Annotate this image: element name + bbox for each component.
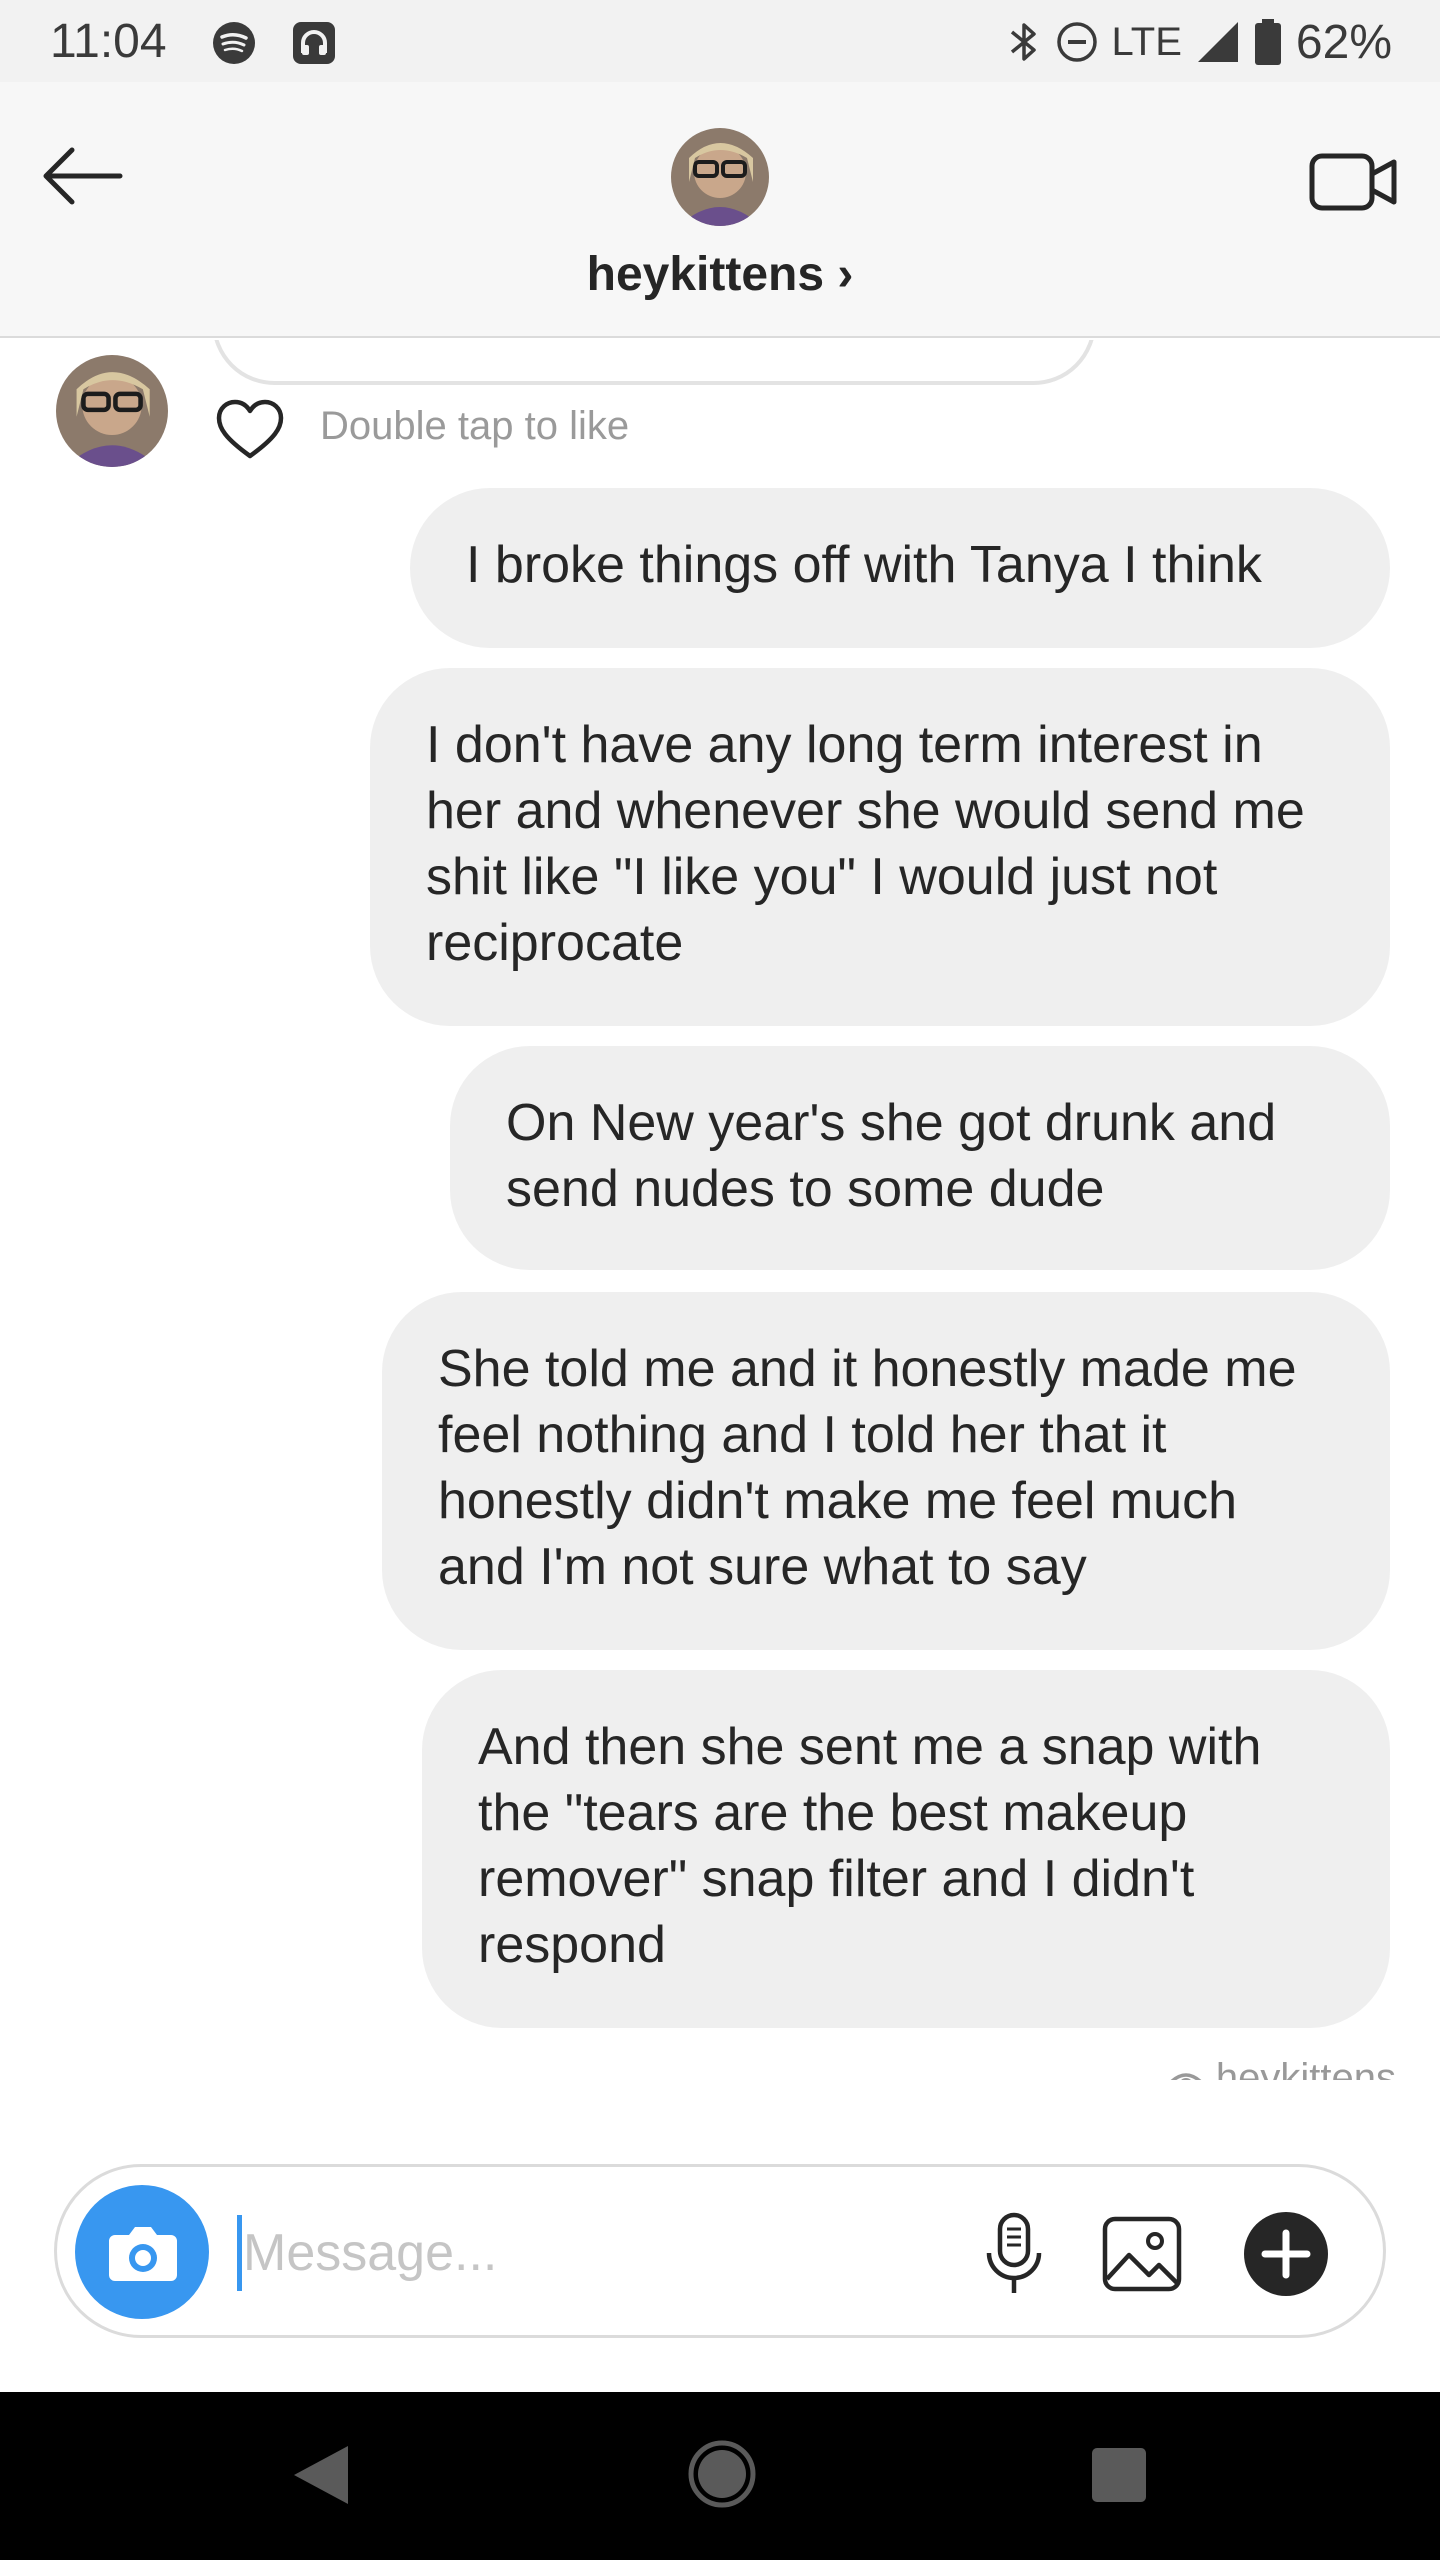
like-hint: Double tap to like bbox=[320, 404, 630, 448]
signal-icon bbox=[1197, 22, 1238, 62]
do-not-disturb-icon bbox=[1056, 22, 1097, 62]
message-bubble[interactable]: And then she sent me a snap with the "te… bbox=[422, 1670, 1390, 2028]
system-nav-bar bbox=[0, 2392, 1440, 2560]
avatar[interactable] bbox=[671, 128, 769, 226]
microphone-icon[interactable] bbox=[969, 2209, 1059, 2299]
headphones-icon bbox=[293, 22, 335, 64]
spotify-icon bbox=[213, 22, 255, 64]
message-bubble[interactable]: I don't have any long term interest in h… bbox=[370, 668, 1390, 1026]
message-thread[interactable]: Double tap to like I broke things off wi… bbox=[0, 340, 1440, 2080]
message-bubble[interactable]: I broke things off with Tanya I think bbox=[410, 488, 1390, 648]
status-indicators: LTE 62% bbox=[1006, 14, 1392, 70]
seen-by-name: heykittens bbox=[1215, 2056, 1396, 2080]
eye-icon bbox=[1170, 2072, 1202, 2080]
nav-home-icon[interactable] bbox=[686, 2438, 758, 2510]
camera-button[interactable] bbox=[75, 2185, 209, 2319]
chat-header: heykittens › bbox=[0, 82, 1440, 338]
message-bubble[interactable]: She told me and it honestly made me feel… bbox=[382, 1292, 1390, 1650]
message-bubble[interactable]: On New year's she got drunk and send nud… bbox=[450, 1046, 1390, 1270]
header-username[interactable]: heykittens › bbox=[0, 247, 1440, 302]
sender-avatar[interactable] bbox=[56, 355, 168, 467]
nav-back-icon[interactable] bbox=[286, 2440, 356, 2510]
nav-recents-icon[interactable] bbox=[1090, 2446, 1148, 2504]
seen-receipt: heykittens bbox=[1166, 2056, 1396, 2080]
plus-icon[interactable] bbox=[1241, 2209, 1331, 2299]
bluetooth-icon bbox=[1010, 23, 1036, 61]
previous-message-bubble bbox=[212, 340, 1096, 385]
status-bar: 11:04 LTE 62% bbox=[0, 0, 1440, 82]
message-composer bbox=[54, 2164, 1386, 2338]
camera-icon bbox=[109, 2227, 177, 2281]
text-cursor bbox=[237, 2215, 242, 2291]
arrow-left-icon[interactable] bbox=[36, 128, 132, 224]
gallery-icon[interactable] bbox=[1097, 2209, 1187, 2299]
battery-percent: 62% bbox=[1295, 15, 1392, 69]
message-input[interactable] bbox=[243, 2203, 863, 2303]
heart-icon[interactable] bbox=[215, 398, 285, 462]
battery-icon bbox=[1254, 19, 1281, 65]
network-type: LTE bbox=[1111, 19, 1182, 64]
video-call-icon[interactable] bbox=[1306, 134, 1402, 230]
status-time: 11:04 bbox=[50, 15, 167, 68]
